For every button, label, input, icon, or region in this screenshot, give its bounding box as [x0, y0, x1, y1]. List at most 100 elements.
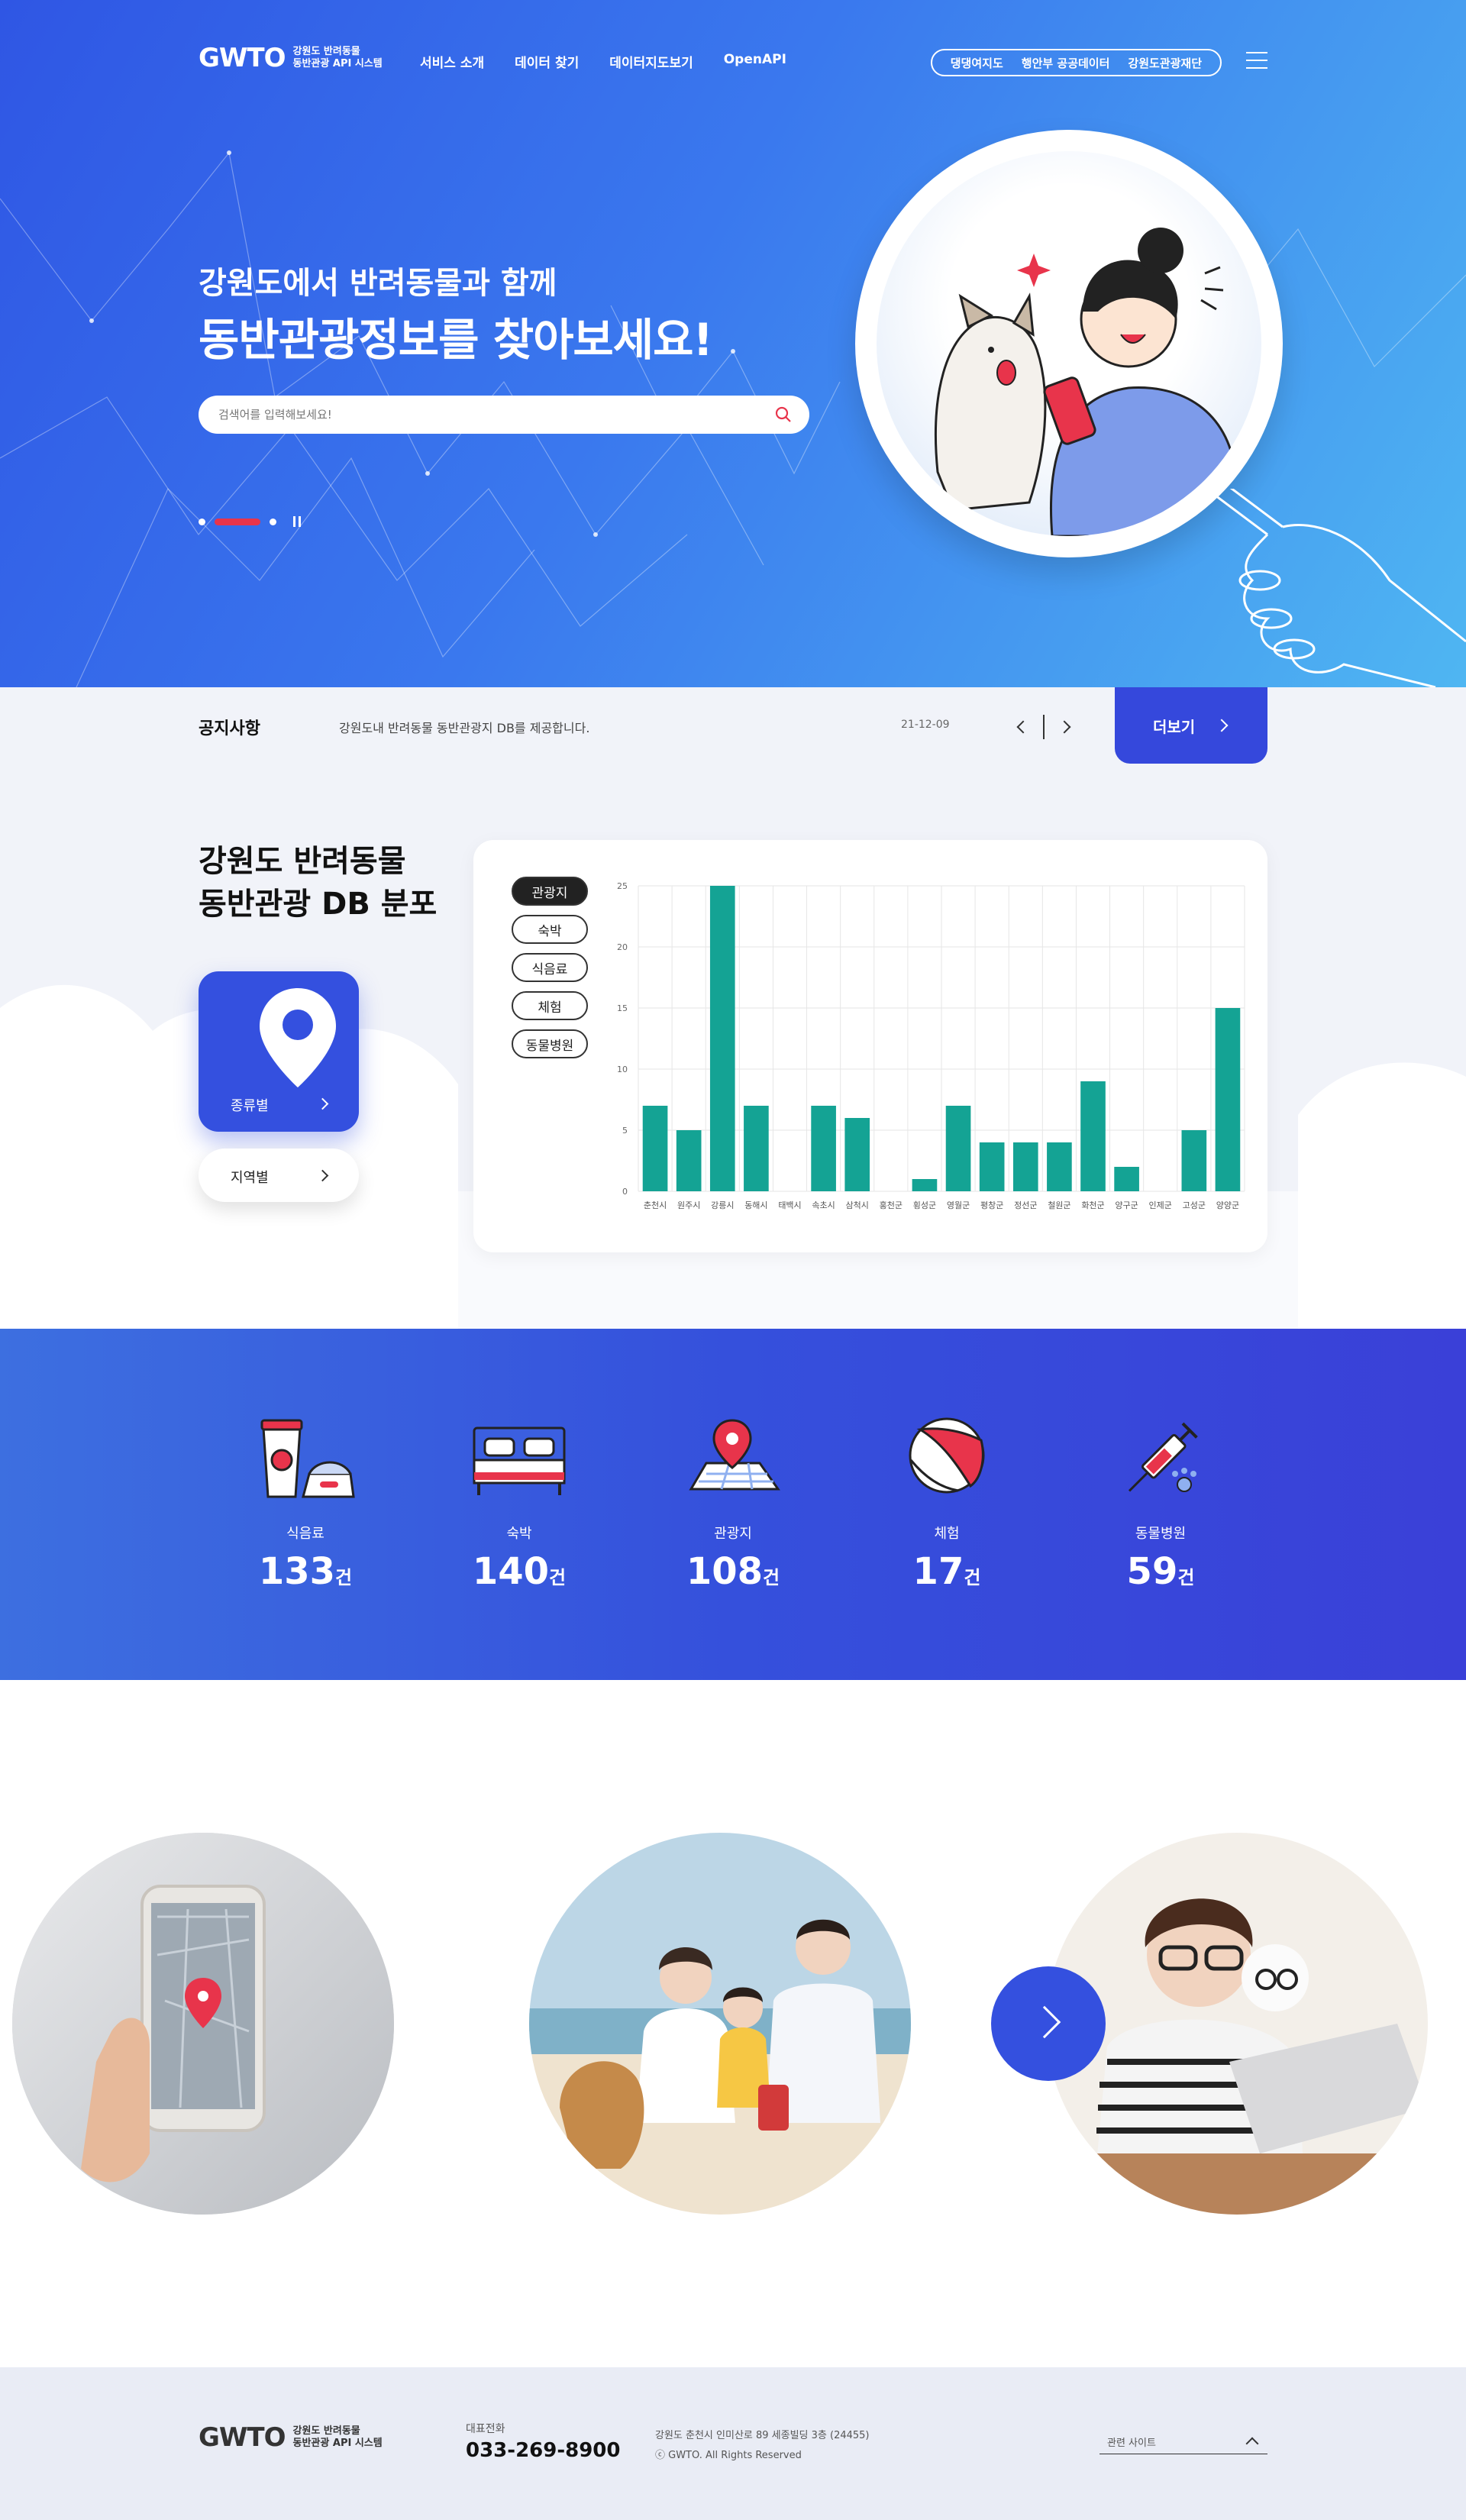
chevron-right-icon — [316, 1097, 329, 1110]
stat-food[interactable]: 식음료 133건 — [229, 1413, 382, 1593]
footer-copyright: ⓒ GWTO. All Rights Reserved — [655, 2450, 802, 2461]
distribution-section: 강원도 반려동물 동반관광 DB 분포 종류별 지역별 관광지 숙박 식음료 체… — [0, 764, 1466, 1329]
map-pin-icon — [689, 1419, 780, 1491]
x-tick-label: 동해시 — [744, 1200, 767, 1210]
bar-평창군 — [979, 1142, 1005, 1191]
bar-원주시 — [676, 1130, 702, 1191]
bar-속초시 — [811, 1106, 836, 1191]
family-beach-image — [529, 1833, 911, 2215]
hero-title-line2: 동반관광정보를 찾아보세요! — [199, 314, 713, 366]
phone-map-image — [12, 1833, 394, 2215]
nav-data-map[interactable]: 데이터지도보기 — [609, 52, 693, 71]
search-icon[interactable] — [774, 405, 793, 424]
stat-value: 140건 — [443, 1550, 596, 1593]
bar-고성군 — [1181, 1130, 1207, 1191]
stat-name: 동물병원 — [1135, 1526, 1187, 1542]
notice-pause-icon[interactable] — [1043, 715, 1045, 739]
menu-icon[interactable] — [1246, 52, 1267, 72]
hero-section: GWTO 강원도 반려동물 동반관광 API 시스템 서비스 소개 데이터 찾기… — [0, 0, 1466, 687]
footer-logo-subtitle-line1: 강원도 반려동물 — [292, 2425, 360, 2437]
stat-number: 133 — [258, 1550, 336, 1593]
x-tick-label: 횡성군 — [913, 1200, 936, 1210]
x-tick-label: 영월군 — [947, 1200, 970, 1210]
bar-양구군 — [1114, 1167, 1139, 1191]
slider-pagination — [199, 516, 304, 527]
stat-lodging[interactable]: 숙박 140건 — [443, 1413, 596, 1593]
related-sites-label: 관련 사이트 — [1107, 2438, 1156, 2449]
category-tabs: 관광지 숙박 식음료 체험 동물병원 — [512, 877, 588, 1058]
hero-title-line1: 강원도에서 반려동물과 함께 — [199, 266, 557, 301]
slide-dot-2-active[interactable] — [215, 518, 260, 525]
logo-subtitle-line2: 동반관광 API 시스템 — [292, 58, 383, 69]
photo-family-beach[interactable] — [529, 1833, 911, 2215]
nav-data-search[interactable]: 데이터 찾기 — [515, 52, 579, 71]
nav-openapi[interactable]: OpenAPI — [724, 52, 786, 71]
search-input[interactable] — [218, 396, 753, 434]
logo-subtitle-line1: 강원도 반려동물 — [292, 46, 360, 57]
y-tick-label: 15 — [617, 1003, 628, 1013]
region-card-label: 지역별 — [231, 1170, 269, 1186]
slide-dot-3[interactable] — [270, 518, 276, 525]
distribution-title: 강원도 반려동물 동반관광 DB 분포 — [199, 840, 437, 926]
nav-service-intro[interactable]: 서비스 소개 — [420, 52, 484, 71]
site-footer: GWTO 강원도 반려동물 동반관광 API 시스템 대표전화 033-269-… — [0, 2367, 1466, 2520]
notice-prev-icon[interactable] — [1016, 720, 1030, 734]
category-tab-hospital[interactable]: 동물병원 — [512, 1029, 588, 1058]
category-tab-experience[interactable]: 체험 — [512, 991, 588, 1020]
category-tab-tourist[interactable]: 관광지 — [512, 877, 588, 906]
x-tick-label: 화천군 — [1081, 1200, 1104, 1210]
photo-phone-map[interactable] — [12, 1833, 394, 2215]
stat-number: 140 — [472, 1550, 550, 1593]
logo-mark: GWTO — [199, 43, 286, 73]
footer-logo[interactable]: GWTO 강원도 반려동물 동반관광 API 시스템 — [199, 2422, 383, 2453]
x-tick-label: 태백시 — [778, 1200, 801, 1210]
footer-logo-subtitle-line2: 동반관광 API 시스템 — [292, 2438, 383, 2449]
slide-dot-1[interactable] — [199, 518, 205, 525]
ext-link-mois[interactable]: 행안부 공공데이터 — [1022, 55, 1110, 71]
site-logo[interactable]: GWTO 강원도 반려동물 동반관광 API 시스템 — [199, 43, 383, 73]
notice-text[interactable]: 강원도내 반려동물 동반관광지 DB를 제공합니다. — [339, 718, 589, 736]
x-tick-label: 원주시 — [677, 1200, 700, 1210]
related-sites-select[interactable]: 관련 사이트 — [1100, 2424, 1267, 2454]
category-tab-food[interactable]: 식음료 — [512, 953, 588, 982]
girl-and-dog-illustration — [935, 228, 1245, 536]
ext-link-dangdang[interactable]: 댕댕여지도 — [951, 55, 1003, 71]
top-navigation: GWTO 강원도 반려동물 동반관광 API 시스템 서비스 소개 데이터 찾기… — [199, 43, 1267, 82]
x-tick-label: 철원군 — [1048, 1200, 1070, 1210]
carousel-next-button[interactable] — [991, 1966, 1106, 2081]
location-pin-icon — [260, 988, 336, 1087]
x-tick-label: 양양군 — [1216, 1200, 1239, 1210]
notice-more-button[interactable]: 더보기 — [1115, 687, 1267, 764]
bar-춘천시 — [642, 1106, 668, 1191]
drink-food-icon — [260, 1419, 355, 1498]
footer-logo-subtitle: 강원도 반려동물 동반관광 API 시스템 — [293, 2425, 383, 2450]
pause-icon[interactable] — [293, 516, 304, 527]
stat-experience[interactable]: 체험 17건 — [870, 1413, 1023, 1593]
bar-화천군 — [1080, 1081, 1106, 1191]
notice-date: 21-12-09 — [901, 719, 950, 731]
region-filter-card[interactable]: 지역별 — [199, 1149, 359, 1202]
chart-panel: 관광지 숙박 식음료 체험 동물병원 0 5 10 15 20 25 춘천시 원주시 강릉시 동해… — [473, 840, 1267, 1252]
external-links: 댕댕여지도 행안부 공공데이터 강원도관광재단 — [930, 49, 1222, 76]
stat-number: 108 — [686, 1550, 764, 1593]
type-filter-card[interactable]: 종류별 — [199, 971, 359, 1132]
stat-value: 108건 — [657, 1550, 809, 1593]
stat-tourist[interactable]: 관광지 108건 — [657, 1413, 809, 1593]
magnifier-hand-illustration — [1206, 489, 1466, 687]
y-tick-label: 5 — [622, 1126, 628, 1136]
ext-link-gangwon-tourism[interactable]: 강원도관광재단 — [1128, 55, 1202, 71]
x-tick-label: 속초시 — [812, 1200, 835, 1210]
stat-unit: 건 — [549, 1567, 567, 1588]
stat-unit: 건 — [763, 1567, 780, 1588]
bar-chart: 0 5 10 15 20 25 춘천시 원주시 강릉시 동해시 태백시 속초시 삼척시 홍천군 횡성군 영월군… — [617, 881, 1245, 1210]
more-button-label: 더보기 — [1153, 717, 1196, 736]
bar-정선군 — [1012, 1142, 1038, 1191]
category-tab-lodging[interactable]: 숙박 — [512, 915, 588, 944]
notice-next-icon[interactable] — [1058, 720, 1071, 734]
x-tick-label: 평창군 — [980, 1200, 1003, 1210]
stat-name: 관광지 — [714, 1526, 752, 1542]
stat-unit: 건 — [1177, 1567, 1195, 1588]
stat-hospital[interactable]: 동물병원 59건 — [1084, 1413, 1237, 1593]
chevron-up-icon — [1245, 2437, 1259, 2451]
y-tick-label: 0 — [622, 1187, 628, 1197]
